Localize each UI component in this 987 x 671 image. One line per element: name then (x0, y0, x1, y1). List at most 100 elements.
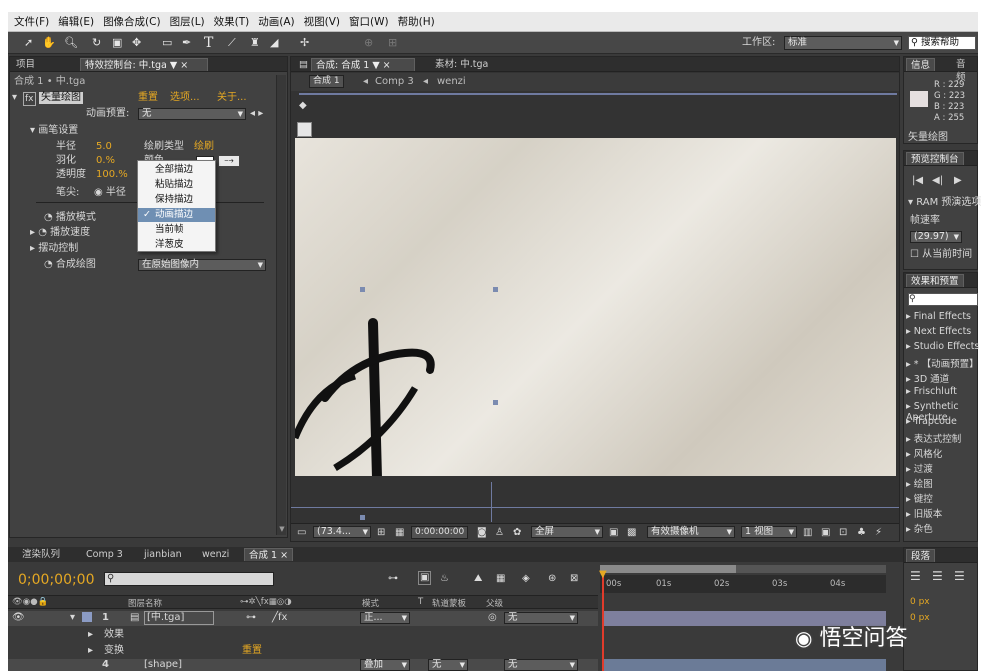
transform-reset-link[interactable]: 重置 (242, 645, 262, 657)
col-mode[interactable]: 模式 (362, 597, 379, 609)
effect-category[interactable]: ▸ * 【动画预置】 (906, 356, 979, 370)
crumb-comp1[interactable]: 合成 1 (309, 75, 344, 88)
menu-layer[interactable]: 图层(L) (168, 14, 212, 29)
layer-row[interactable]: 4 [shape] 叠加 无 无 (8, 659, 598, 671)
first-frame-icon[interactable]: |◀ (912, 175, 923, 187)
chevron-right-icon[interactable]: ▸ (88, 645, 93, 657)
layer-name[interactable]: [中.tga] (144, 611, 214, 625)
text-tool-icon[interactable]: T (204, 36, 213, 50)
tab-effects-presets[interactable]: 效果和预置 (906, 274, 964, 287)
pen-tip-radio[interactable]: ◉ 半径 (94, 187, 126, 199)
eraser-tool-icon[interactable]: ◢ (270, 36, 278, 50)
visibility-icon[interactable]: 👁 (12, 612, 25, 624)
menu-item-onion-skin[interactable]: 洋葱皮 (138, 238, 215, 252)
parent-select[interactable]: 无 (504, 612, 578, 624)
bbox-handle[interactable] (493, 287, 498, 292)
align-right-icon[interactable]: ☰ (954, 570, 965, 582)
ram-preview-toggle[interactable]: ▾ RAM 预演选项 (908, 197, 981, 209)
time-ruler[interactable]: 00s 01s 02s 03s 04s (600, 575, 886, 593)
exposure-icon[interactable]: ⚡ (875, 527, 882, 539)
live-update-icon[interactable]: ▣ (418, 571, 432, 585)
show-snapshot-icon[interactable]: ♙ (495, 527, 504, 539)
zoom-select[interactable]: (73.4... (313, 526, 371, 538)
playback-mode-row[interactable]: ◔ 播放模式 (44, 212, 96, 224)
work-area-bar[interactable] (600, 565, 886, 573)
composition-canvas[interactable] (295, 138, 896, 520)
effect-category[interactable]: ▸ 风格化 (906, 446, 942, 460)
scrubber-handle-icon[interactable]: ◆ (299, 100, 307, 112)
about-link[interactable]: 关于... (217, 92, 247, 104)
layer-name[interactable]: [shape] (144, 659, 182, 671)
tab-effect-controls[interactable]: 特效控制台: 中.tga ▼ × (80, 58, 208, 71)
always-preview-icon[interactable]: ▭ (297, 527, 306, 539)
from-current-checkbox[interactable]: ☐ 从当前时间 (910, 249, 972, 261)
chevron-down-icon[interactable]: ▾ (70, 612, 75, 624)
fast-preview-icon[interactable]: ▣ (821, 527, 830, 539)
layer-mode-select[interactable]: 正... (360, 612, 410, 624)
tab-comp3[interactable]: Comp 3 (82, 548, 127, 561)
axis-world-icon[interactable]: ⊞ (388, 36, 397, 50)
brainstorm-icon[interactable]: ⊠ (570, 573, 578, 585)
pen-tool-icon[interactable]: ✒ (182, 36, 191, 50)
search-help-field[interactable]: ⚲ 搜索帮助 (908, 36, 976, 50)
frame-blending-icon[interactable]: ▦ (496, 573, 505, 585)
parent-select[interactable]: 无 (504, 659, 578, 671)
crumb-wenzi[interactable]: wenzi (437, 76, 466, 88)
shy-switch-icon[interactable]: ⊶ (246, 612, 256, 624)
graph-editor-icon[interactable]: ⊛ (548, 573, 556, 585)
menu-file[interactable]: 文件(F) (12, 14, 56, 29)
grid-icon[interactable]: ▦ (395, 527, 404, 539)
tab-jianbian[interactable]: jianbian (140, 548, 186, 561)
shake-control-row[interactable]: ▸ 摆动控制 (30, 243, 78, 255)
timeline-toggle-icon[interactable]: ⊡ (839, 527, 847, 539)
hand-tool-icon[interactable]: ✋ (42, 36, 56, 50)
effect-category[interactable]: ▸ 杂色 (906, 521, 933, 535)
fx-switch-icon[interactable]: ╱fx (272, 612, 287, 624)
tab-footage[interactable]: 素材: 中.tga (431, 58, 492, 71)
tab-preview[interactable]: 预览控制台 (906, 152, 964, 165)
fx-icon[interactable]: fx (23, 92, 36, 106)
eyedropper-icon[interactable]: ⤍ (218, 155, 240, 167)
rectangle-mask-tool-icon[interactable]: ▭ (162, 36, 172, 50)
selection-tool-icon[interactable]: ➚ (24, 36, 33, 50)
layer-row[interactable]: 👁 ▾ 1 ▤ [中.tga] ⊶ ╱fx 正... ◎ 无 (8, 611, 598, 626)
menu-composition[interactable]: 图像合成(C) (101, 14, 168, 29)
effect-category[interactable]: ▸ Trapcode (906, 416, 957, 427)
effect-category[interactable]: ▸ 过渡 (906, 461, 933, 475)
effect-category[interactable]: ▸ Frischluft (906, 386, 957, 397)
pan-behind-tool-icon[interactable]: ✥ (132, 36, 141, 50)
tab-composition[interactable]: 合成: 合成 1 ▼ × (311, 58, 415, 71)
resolution-select[interactable]: 全屏 (531, 526, 603, 538)
effect-category[interactable]: ▸ 旧版本 (906, 506, 942, 520)
select-tool-icon[interactable] (297, 122, 312, 137)
timeline-scrubber[interactable] (299, 93, 897, 95)
flowchart-icon[interactable]: ♣ (857, 527, 866, 539)
zoom-tool-icon[interactable]: 🔍︎ (64, 36, 78, 50)
tab-comp1[interactable]: 合成 1 × (244, 548, 294, 561)
tab-info[interactable]: 信息 (906, 58, 936, 71)
fps-select[interactable]: (29.97) (910, 231, 962, 243)
options-link[interactable]: 选项... (170, 92, 200, 104)
current-timecode[interactable]: 0;00;00;00 (18, 572, 95, 588)
menu-item-keep-strokes[interactable]: 保持描边 (138, 193, 215, 207)
bbox-handle[interactable] (493, 400, 498, 405)
chevron-right-icon[interactable]: ▸ (88, 629, 93, 641)
camera-tool-icon[interactable]: ▣ (112, 36, 122, 50)
motion-blur-icon[interactable]: ◈ (522, 573, 530, 585)
menu-effect[interactable]: 效果(T) (212, 14, 257, 29)
label-color-icon[interactable] (82, 612, 92, 622)
menu-item-animate-strokes[interactable]: ✓ 动画描边 (138, 208, 215, 222)
close-icon[interactable]: × (280, 550, 288, 561)
track-matte-select[interactable]: 无 (428, 659, 468, 671)
col-track-matte[interactable]: 轨道蒙板 (432, 597, 466, 609)
layer-mode-select[interactable]: 叠加 (360, 659, 410, 671)
menu-window[interactable]: 窗口(W) (347, 14, 396, 29)
radius-value[interactable]: 5.0 (96, 141, 112, 153)
layer-search-input[interactable]: ⚲ (104, 572, 274, 586)
prev-frame-icon[interactable]: ◀| (932, 175, 943, 187)
menu-animation[interactable]: 动画(A) (256, 14, 301, 29)
channel-icon[interactable]: ✿ (513, 527, 521, 539)
brush-settings-toggle[interactable]: ▾ 画笔设置 (30, 125, 78, 137)
views-select[interactable]: 1 视图 (741, 526, 797, 538)
snapshot-icon[interactable]: ◙ (477, 527, 487, 539)
